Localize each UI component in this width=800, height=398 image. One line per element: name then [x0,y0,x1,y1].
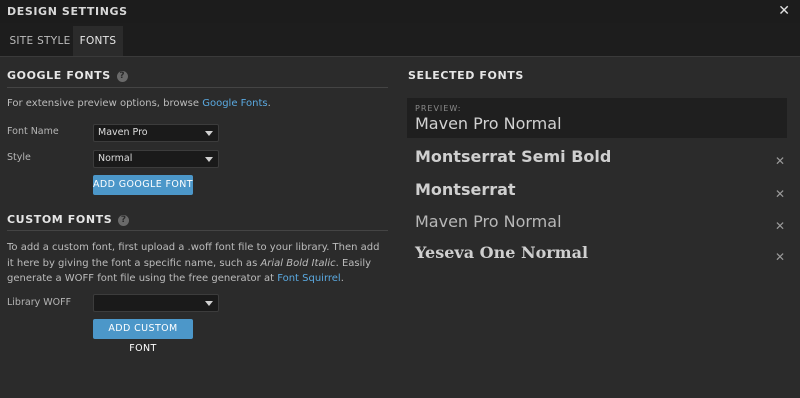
add-custom-font-button[interactable]: ADD CUSTOM FONT [93,319,193,354]
style-label: Style [7,152,31,163]
style-select[interactable]: Normal [93,150,219,168]
help-icon[interactable]: ? [116,71,128,82]
library-woff-select[interactable] [93,294,219,312]
tab-bar: SITE STYLE FONTS [0,23,800,57]
selected-fonts-title: SELECTED FONTS [408,69,524,82]
custom-fonts-description: To add a custom font, first upload a .wo… [7,240,388,287]
custom-fonts-heading: CUSTOM FONTS? [7,213,130,226]
google-fonts-title: GOOGLE FONTS [7,69,111,82]
font-name-value: Maven Pro [98,127,148,138]
selected-font-name: Yeseva One Normal [415,243,589,262]
selected-font-name: Montserrat [415,180,516,199]
google-fonts-intro: For extensive preview options, browse Go… [7,96,388,112]
dialog-title: DESIGN SETTINGS [7,5,128,18]
intro-end: . [267,98,271,109]
google-fonts-heading: GOOGLE FONTS? [7,69,128,82]
font-preview: PREVIEW: Maven Pro Normal [407,98,787,138]
remove-icon[interactable]: ✕ [775,154,785,168]
font-name-label: Font Name [7,126,59,137]
chevron-down-icon [205,157,213,162]
help-icon[interactable]: ? [118,215,130,226]
remove-icon[interactable]: ✕ [775,187,785,201]
custom-fonts-divider [7,230,388,231]
google-fonts-divider [7,87,388,88]
font-squirrel-link[interactable]: Font Squirrel [277,273,341,284]
selected-font-name: Montserrat Semi Bold [415,147,612,166]
selected-font-name: Maven Pro Normal [415,212,562,231]
google-fonts-link[interactable]: Google Fonts [202,98,267,109]
description-italic: Arial Bold Italic [260,257,336,269]
preview-text: Maven Pro Normal [415,114,562,133]
preview-label: PREVIEW: [415,104,462,113]
intro-text: For extensive preview options, browse [7,98,203,109]
selected-font-item[interactable]: Yeseva One Normal ✕ [415,243,787,271]
custom-fonts-title: CUSTOM FONTS [7,213,113,226]
selected-font-item[interactable]: Montserrat Semi Bold ✕ [415,147,787,175]
chevron-down-icon [205,131,213,136]
style-value: Normal [98,153,133,164]
description-end: . [340,273,344,284]
selected-font-item[interactable]: Montserrat ✕ [415,180,787,208]
close-icon[interactable]: ✕ [778,3,790,19]
chevron-down-icon [205,301,213,306]
remove-icon[interactable]: ✕ [775,219,785,233]
remove-icon[interactable]: ✕ [775,250,785,264]
tab-fonts[interactable]: FONTS [73,26,123,56]
tab-site-style[interactable]: SITE STYLE [8,26,72,56]
dialog-titlebar: DESIGN SETTINGS ✕ [0,0,800,23]
selected-font-item[interactable]: Maven Pro Normal ✕ [415,212,787,240]
add-google-font-button[interactable]: ADD GOOGLE FONT [93,175,193,195]
font-name-select[interactable]: Maven Pro [93,124,219,142]
library-woff-label: Library WOFF [7,297,72,308]
